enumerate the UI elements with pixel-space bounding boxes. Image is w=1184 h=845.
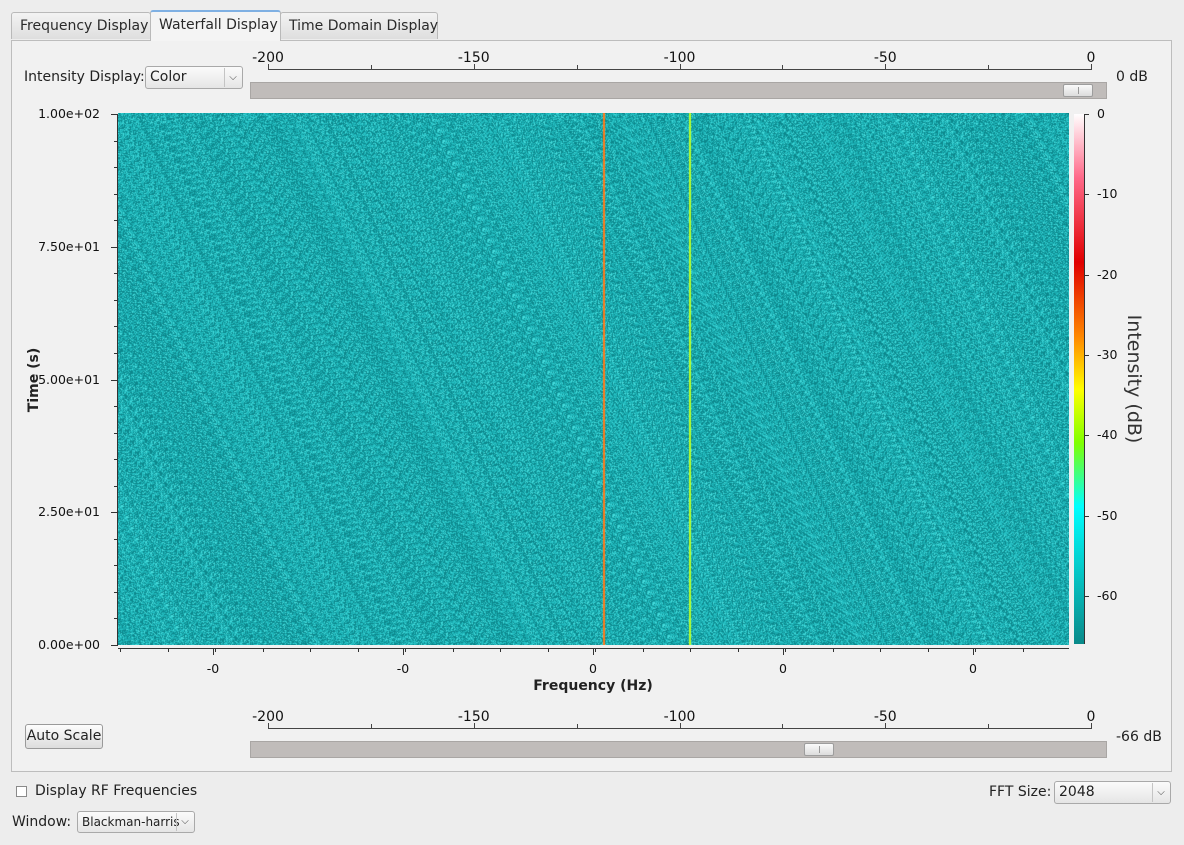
x-minor-tick xyxy=(927,648,929,652)
x-tick-label: -0 xyxy=(206,661,220,676)
colorbar-tick-label: -10 xyxy=(1097,186,1118,202)
scale-tick xyxy=(370,724,372,729)
scale-tick-label: -150 xyxy=(457,50,490,66)
slider-handle[interactable] xyxy=(803,743,834,756)
scale-tick-label: -50 xyxy=(873,50,897,66)
auto-scale-button[interactable]: Auto Scale xyxy=(25,724,103,749)
x-tick xyxy=(783,648,784,655)
scale-tick xyxy=(576,724,578,729)
scale-tick-label: -200 xyxy=(252,709,284,725)
x-axis-label: Frequency (Hz) xyxy=(533,678,653,694)
bottom-slider-value: -66 dB xyxy=(1116,729,1162,745)
x-minor-tick xyxy=(262,648,264,652)
x-minor-tick xyxy=(120,648,121,652)
x-tick xyxy=(213,648,214,655)
colorbar-axis-line xyxy=(1084,114,1085,644)
window-value: Blackman-harris xyxy=(82,815,180,829)
fft-size-value: 2048 xyxy=(1059,784,1095,800)
y-tick-label: 5.00e+01 xyxy=(38,371,100,387)
colorbar-label: Intensity (dB) xyxy=(1123,314,1145,444)
x-minor-tick xyxy=(880,648,881,652)
intensity-colorbar xyxy=(1074,114,1084,644)
top-slider-value: 0 dB xyxy=(1116,69,1148,85)
bottom-slider-scale: -200 -150 -100 -50 0 xyxy=(252,709,1095,731)
waterfall-plot xyxy=(118,113,1069,645)
tab-waterfall-display[interactable]: Waterfall Display xyxy=(150,10,281,41)
x-minor-tick xyxy=(357,648,359,652)
y-tick-label: 2.50e+01 xyxy=(38,504,100,520)
y-tick-label: 1.00e+02 xyxy=(38,106,100,121)
x-tick-label: 0 xyxy=(969,661,977,676)
scale-tick-label: -100 xyxy=(663,709,696,725)
scale-tick xyxy=(782,724,784,729)
x-tick xyxy=(403,648,404,655)
colorbar-tick-label: 0 xyxy=(1097,106,1105,121)
window-select[interactable]: Blackman-harris ⌵ xyxy=(77,811,195,833)
bottom-intensity-slider[interactable] xyxy=(250,741,1107,758)
scale-tick xyxy=(782,65,784,70)
x-minor-tick xyxy=(1022,648,1024,652)
scale-tick-label: -200 xyxy=(252,50,284,66)
x-tick xyxy=(593,648,594,655)
fft-size-label: FFT Size: xyxy=(989,784,1052,800)
scale-tick-label: 0 xyxy=(1086,50,1096,66)
x-minor-tick xyxy=(595,648,596,652)
x-minor-tick xyxy=(167,648,169,652)
scale-tick-label: -100 xyxy=(663,50,696,66)
x-minor-tick xyxy=(832,648,834,652)
tab-frequency-display[interactable]: Frequency Display xyxy=(11,12,151,39)
y-tick-label: 0.00e+00 xyxy=(38,637,100,652)
rf-frequencies-checkbox[interactable] xyxy=(16,786,27,797)
colorbar-tick-label: -60 xyxy=(1097,587,1118,603)
x-minor-tick xyxy=(547,648,549,652)
scale-tick xyxy=(988,65,990,70)
x-tick-label: 0 xyxy=(589,661,597,676)
slider-handle[interactable] xyxy=(1063,84,1093,97)
intensity-display-select[interactable]: Color ⌵ xyxy=(145,66,243,89)
chevron-down-icon: ⌵ xyxy=(1152,783,1169,802)
x-tick-label: 0 xyxy=(779,661,787,676)
window-label: Window: xyxy=(12,814,72,830)
x-minor-tick xyxy=(785,648,786,652)
colorbar-tick-label: -30 xyxy=(1097,346,1118,362)
colorbar-tick-label: -40 xyxy=(1097,427,1118,443)
x-tick-label: -0 xyxy=(396,661,410,676)
y-minor-tick xyxy=(114,645,118,646)
scale-tick-label: -150 xyxy=(457,709,490,725)
scale-tick xyxy=(370,65,372,70)
scale-tick xyxy=(988,724,990,729)
scale-tick xyxy=(576,65,578,70)
x-minor-tick xyxy=(215,648,216,652)
x-minor-tick xyxy=(642,648,644,652)
x-minor-tick xyxy=(452,648,454,652)
tab-time-domain-display[interactable]: Time Domain Display xyxy=(280,12,438,39)
x-minor-tick xyxy=(310,648,311,652)
x-tick xyxy=(973,648,974,655)
chevron-down-icon: ⌵ xyxy=(176,813,193,831)
rf-frequencies-label: Display RF Frequencies xyxy=(35,783,198,799)
intensity-display-value: Color xyxy=(150,69,187,85)
x-minor-tick xyxy=(500,648,501,652)
scale-tick-label: 0 xyxy=(1086,709,1096,725)
x-minor-tick xyxy=(690,648,691,652)
chevron-down-icon: ⌵ xyxy=(224,68,241,87)
intensity-display-label: Intensity Display: xyxy=(24,69,145,85)
x-minor-tick xyxy=(737,648,739,652)
x-minor-tick xyxy=(975,648,976,652)
scale-tick-label: -50 xyxy=(873,709,897,725)
colorbar-tick-label: -50 xyxy=(1097,507,1118,523)
x-minor-tick xyxy=(405,648,406,652)
y-tick-label: 7.50e+01 xyxy=(38,238,100,254)
fft-size-select[interactable]: 2048 ⌵ xyxy=(1054,781,1171,804)
top-intensity-slider[interactable] xyxy=(250,82,1107,99)
colorbar-tick-label: -20 xyxy=(1097,266,1118,282)
top-slider-scale: -200 -150 -100 -50 0 xyxy=(252,50,1095,72)
